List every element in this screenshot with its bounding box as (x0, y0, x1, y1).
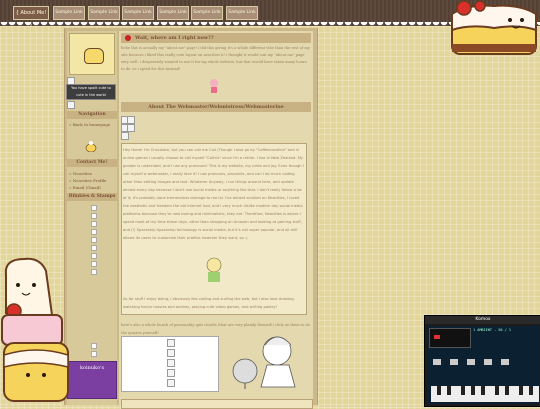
bottom-section-bar (121, 399, 313, 409)
green-character-image (202, 256, 226, 284)
ad-label: koinuko's (79, 365, 105, 371)
blinkie-image (91, 229, 97, 235)
blinkie-image (91, 213, 97, 219)
broken-image-icon (167, 359, 175, 367)
blinkie-image (91, 221, 97, 227)
cake-character-decoration (0, 255, 72, 405)
blinkie-image (91, 261, 97, 267)
tab-about-me[interactable]: { About Me! } (13, 6, 49, 28)
post-title-text: Wait, where am I right now?? (135, 35, 214, 41)
blinkie-image (91, 351, 97, 357)
blinkie-image (91, 343, 97, 349)
tab-sample-link-2[interactable]: Sample Link (88, 6, 120, 20)
player-skin: 1 AMBIENT - 50 / 1 (427, 326, 539, 404)
cake-decoration-top-right (448, 0, 540, 58)
tab-sample-link-4[interactable]: Sample Link (157, 6, 189, 20)
contact-link-label: Neocities Profile (72, 178, 107, 183)
next-icon[interactable] (501, 359, 510, 365)
red-dot-icon (125, 35, 131, 41)
player-track-info: 1 AMBIENT - 50 / 1 (473, 328, 511, 332)
about-hobbies-text: As for stuff I enjoy doing, I obviously … (123, 297, 295, 309)
sidebar-heading-navigation: Navigation (67, 111, 117, 119)
blinkie-image (91, 253, 97, 259)
quiz-results-box[interactable] (121, 336, 219, 392)
tab-sample-link-1[interactable]: Sample Link (53, 6, 85, 20)
sidebar-banner-text: You have spoilt cute to cute in the worl… (71, 86, 111, 97)
sidebar-link-back-home[interactable]: » Back to homepage (69, 122, 110, 127)
sidebar-heading-contact: Contact Me! (67, 159, 117, 167)
about-heading: About The Webmaster/Webmistress/Webmaste… (121, 102, 311, 112)
broken-image-icon (167, 339, 175, 347)
blinkie-image (91, 205, 97, 211)
music-player-widget[interactable]: Komox 1 AMBIENT - 50 / 1 (424, 315, 540, 407)
pause-icon[interactable] (450, 359, 459, 365)
broken-image-icon (67, 101, 75, 109)
sidebar: You have spoilt cute to cute in the worl… (66, 31, 117, 405)
broken-image-icon (127, 116, 135, 124)
sidebar-ad-banner[interactable]: koinuko's (67, 361, 117, 399)
sidebar-link-label: Back to homepage (72, 122, 111, 127)
blinkie-image (91, 269, 97, 275)
sidebar-heading-blinkies: Blinkies & Stamps (67, 193, 117, 201)
about-text: Hey there! I'm Chocolate, but you can ca… (123, 148, 304, 240)
broken-image-icon (167, 369, 175, 377)
broken-image-icon (121, 132, 129, 140)
stop-icon[interactable] (484, 359, 493, 365)
post-title: Wait, where am I right now?? (121, 33, 311, 43)
pink-character-image (207, 78, 221, 94)
sidebar-banner: You have spoilt cute to cute in the worl… (66, 84, 116, 100)
tab-sample-link-3[interactable]: Sample Link (122, 6, 154, 20)
blinkie-image (91, 245, 97, 251)
main-content: Wait, where am I right now?? hehe this i… (119, 31, 313, 409)
tab-sample-link-5[interactable]: Sample Link (191, 6, 223, 20)
blinkie-image (91, 237, 97, 243)
broken-image-icon (127, 124, 135, 132)
player-title: Komox (425, 316, 540, 324)
tab-sample-link-6[interactable]: Sample Link (226, 6, 258, 20)
small-mascot-image (85, 137, 97, 153)
about-box: Hey there! I'm Chocolate, but you can ca… (121, 143, 307, 315)
previous-icon[interactable] (433, 359, 441, 365)
sidebar-avatar-image (69, 33, 115, 75)
player-controls[interactable] (433, 350, 537, 365)
contact-link-label: Neocities (72, 171, 92, 176)
contact-link-email[interactable]: » Email (Gmail) (69, 185, 101, 190)
post-text: hehe this is actually my "about me" page… (121, 46, 310, 71)
contact-link-neocities[interactable]: » Neocities (69, 171, 92, 176)
contact-link-label: Email (Gmail) (72, 185, 101, 190)
player-display (429, 328, 471, 348)
keyboard-graphic (431, 386, 539, 402)
fan-girl-illustration (219, 329, 311, 391)
play-icon[interactable] (467, 359, 476, 365)
broken-image-icon (167, 379, 175, 387)
contact-link-profile[interactable]: » Neocities Profile (69, 178, 106, 183)
pudding-character-image (84, 48, 104, 64)
broken-image-icon (167, 349, 175, 357)
